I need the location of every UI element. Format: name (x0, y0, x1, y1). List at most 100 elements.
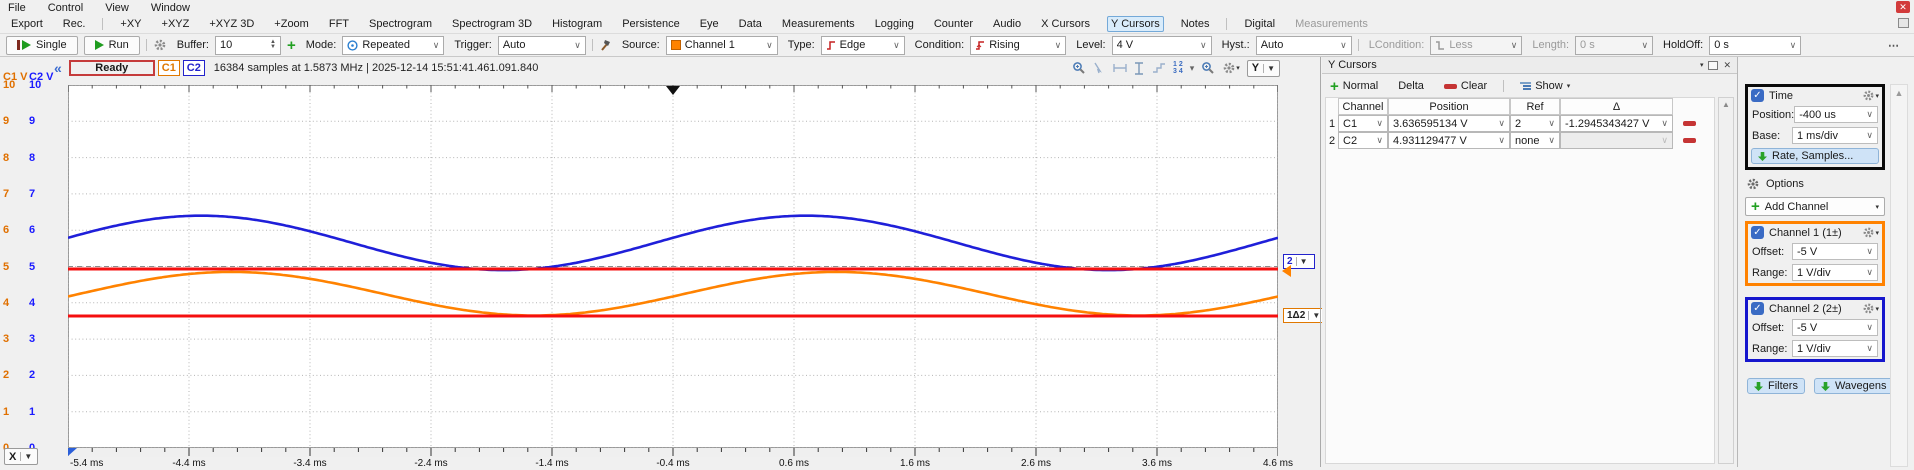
holdoff-dropdown[interactable]: 0 s ∨ (1709, 36, 1801, 55)
buffer-gear-icon[interactable] (153, 38, 167, 52)
measure-horizontal-icon[interactable] (1113, 63, 1127, 74)
options-button[interactable]: Options (1746, 177, 1804, 191)
menu-window[interactable]: Window (151, 2, 190, 14)
trigger-dropdown[interactable]: Auto ∨ (498, 36, 586, 55)
tab-spectrogram[interactable]: Spectrogram (366, 17, 435, 31)
channel2-badge[interactable]: C2 (183, 60, 205, 76)
run-button[interactable]: Run (84, 36, 140, 55)
tab-counter[interactable]: Counter (931, 17, 976, 31)
float-panel-icon[interactable] (1708, 61, 1718, 70)
measure-steps-icon[interactable] (1152, 63, 1166, 74)
collapse-chevron-icon[interactable]: « (54, 60, 62, 76)
y-tick-label: 4 (3, 297, 9, 309)
tab-xy[interactable]: +XY (117, 17, 144, 31)
tab-persistence[interactable]: Persistence (619, 17, 682, 31)
cursor2-ref-dropdown[interactable]: none ∨ (1510, 132, 1560, 149)
channel2-gear-icon[interactable]: ▾ (1862, 302, 1879, 315)
panel-splitter[interactable] (1320, 57, 1321, 467)
cursor2-position-dropdown[interactable]: 4.931129477 V ∨ (1388, 132, 1510, 149)
clear-cursors-button[interactable]: Clear (1440, 79, 1491, 93)
level-dropdown[interactable]: 4 V ∨ (1112, 36, 1212, 55)
tab-histogram[interactable]: Histogram (549, 17, 605, 31)
channel1-badge[interactable]: C1 (158, 60, 180, 76)
y-cursors-titlebar[interactable]: Y Cursors ▾ ✕ (1322, 57, 1737, 74)
zoom-fit-icon[interactable] (1201, 61, 1215, 75)
time-ruler[interactable] (68, 448, 1278, 457)
close-icon[interactable]: ✕ (1896, 1, 1910, 13)
hammer-icon[interactable] (599, 38, 612, 52)
cursor1-position-dropdown[interactable]: 3.636595134 V ∨ (1388, 115, 1510, 132)
tab-notes[interactable]: Notes (1178, 17, 1213, 31)
pointer-measure-icon[interactable] (1093, 62, 1106, 74)
buffer-stepper[interactable]: 10 ▲▼ (215, 36, 281, 55)
tab-y-cursors[interactable]: Y Cursors (1107, 16, 1164, 32)
time-position-dropdown[interactable]: -400 us ∨ (1794, 106, 1878, 123)
add-channel-button[interactable]: + Add Channel ▾ (1745, 197, 1885, 216)
cursor2-channel-dropdown[interactable]: C2 ∨ (1338, 132, 1388, 149)
measure-vertical-icon[interactable] (1134, 62, 1145, 75)
y-tick-label: 8 (29, 152, 35, 164)
tab-data[interactable]: Data (736, 17, 765, 31)
add-delta-cursor-button[interactable]: Delta (1394, 79, 1428, 93)
tab-rec[interactable]: Rec. (60, 17, 89, 31)
tab-measurements[interactable]: Measurements (779, 17, 858, 31)
tab-spectrogram3d[interactable]: Spectrogram 3D (449, 17, 535, 31)
channel2-offset-dropdown[interactable]: -5 V ∨ (1792, 319, 1878, 336)
panel-menu-icon[interactable]: ▾ (1700, 61, 1704, 69)
source-dropdown[interactable]: Channel 1 ∨ (666, 36, 778, 55)
add-icon[interactable]: + (287, 37, 296, 54)
tab-xyz[interactable]: +XYZ (159, 17, 193, 31)
time-gear-icon[interactable]: ▾ (1862, 89, 1879, 102)
channel1-gear-icon[interactable]: ▾ (1862, 226, 1879, 239)
y-cursors-scrollbar[interactable]: ▲ (1718, 97, 1734, 464)
condition-dropdown[interactable]: Rising ∨ (970, 36, 1066, 55)
cursor1-ref-dropdown[interactable]: 2 ∨ (1510, 115, 1560, 132)
wavegens-button[interactable]: Wavegens (1814, 378, 1894, 394)
add-normal-cursor-button[interactable]: + Normal (1326, 77, 1382, 96)
tab-export[interactable]: Export (8, 17, 46, 31)
tab-x-cursors[interactable]: X Cursors (1038, 17, 1093, 31)
time-checkbox[interactable]: ✓ (1751, 89, 1764, 102)
quad-view-icon[interactable]: 1 23 4 (1173, 61, 1183, 75)
stepper-arrows-icon[interactable]: ▲▼ (270, 40, 276, 50)
channel2-range-dropdown[interactable]: 1 V/div ∨ (1792, 340, 1878, 357)
source-value: Channel 1 (685, 39, 762, 51)
toolbar-overflow-icon[interactable]: ⋯ (1888, 39, 1908, 52)
channel-offset-marker-icon[interactable] (1282, 265, 1291, 277)
sidebar-scrollbar[interactable]: ▲ (1890, 84, 1908, 467)
filters-button[interactable]: Filters (1747, 378, 1805, 394)
tab-zoom[interactable]: +Zoom (271, 17, 312, 31)
tab-xyz3d[interactable]: +XYZ 3D (206, 17, 257, 31)
type-dropdown[interactable]: Edge ∨ (821, 36, 905, 55)
cursor1-channel-dropdown[interactable]: C1 ∨ (1338, 115, 1388, 132)
waveform-grid[interactable] (68, 85, 1278, 448)
tab-eye[interactable]: Eye (697, 17, 722, 31)
menu-view[interactable]: View (105, 2, 129, 14)
menu-file[interactable]: File (8, 2, 26, 14)
dock-icon[interactable] (1898, 18, 1909, 28)
remove-cursor2-button[interactable] (1679, 137, 1700, 144)
tab-audio[interactable]: Audio (990, 17, 1024, 31)
time-base-dropdown[interactable]: 1 ms/div ∨ (1792, 127, 1878, 144)
hysteresis-dropdown[interactable]: Auto ∨ (1256, 36, 1352, 55)
tab-logging[interactable]: Logging (872, 17, 917, 31)
show-menu-button[interactable]: Show ▾ (1516, 79, 1574, 93)
channel1-checkbox[interactable]: ✓ (1751, 226, 1764, 239)
chevron-down-icon[interactable]: ▾ (1190, 63, 1195, 74)
tab-digital[interactable]: Digital (1241, 17, 1278, 31)
plot-gear-icon[interactable]: ▾ (1222, 61, 1240, 75)
single-button[interactable]: Single (6, 36, 78, 55)
channel1-offset-dropdown[interactable]: -5 V ∨ (1792, 243, 1878, 260)
mode-dropdown[interactable]: Repeated ∨ (342, 36, 444, 55)
menu-control[interactable]: Control (48, 2, 83, 14)
x-axis-selector[interactable]: X ▼ (4, 448, 38, 465)
cursor1-delta-dropdown[interactable]: -1.2945343427 V ∨ (1560, 115, 1673, 132)
y-axis-selector[interactable]: Y ▼ (1247, 60, 1280, 77)
remove-cursor1-button[interactable] (1679, 120, 1700, 127)
tab-fft[interactable]: FFT (326, 17, 352, 31)
channel1-range-dropdown[interactable]: 1 V/div ∨ (1792, 264, 1878, 281)
rate-samples-button[interactable]: Rate, Samples... (1751, 148, 1879, 164)
channel2-checkbox[interactable]: ✓ (1751, 302, 1764, 315)
zoom-in-icon[interactable] (1072, 61, 1086, 75)
close-panel-icon[interactable]: ✕ (1723, 60, 1731, 71)
